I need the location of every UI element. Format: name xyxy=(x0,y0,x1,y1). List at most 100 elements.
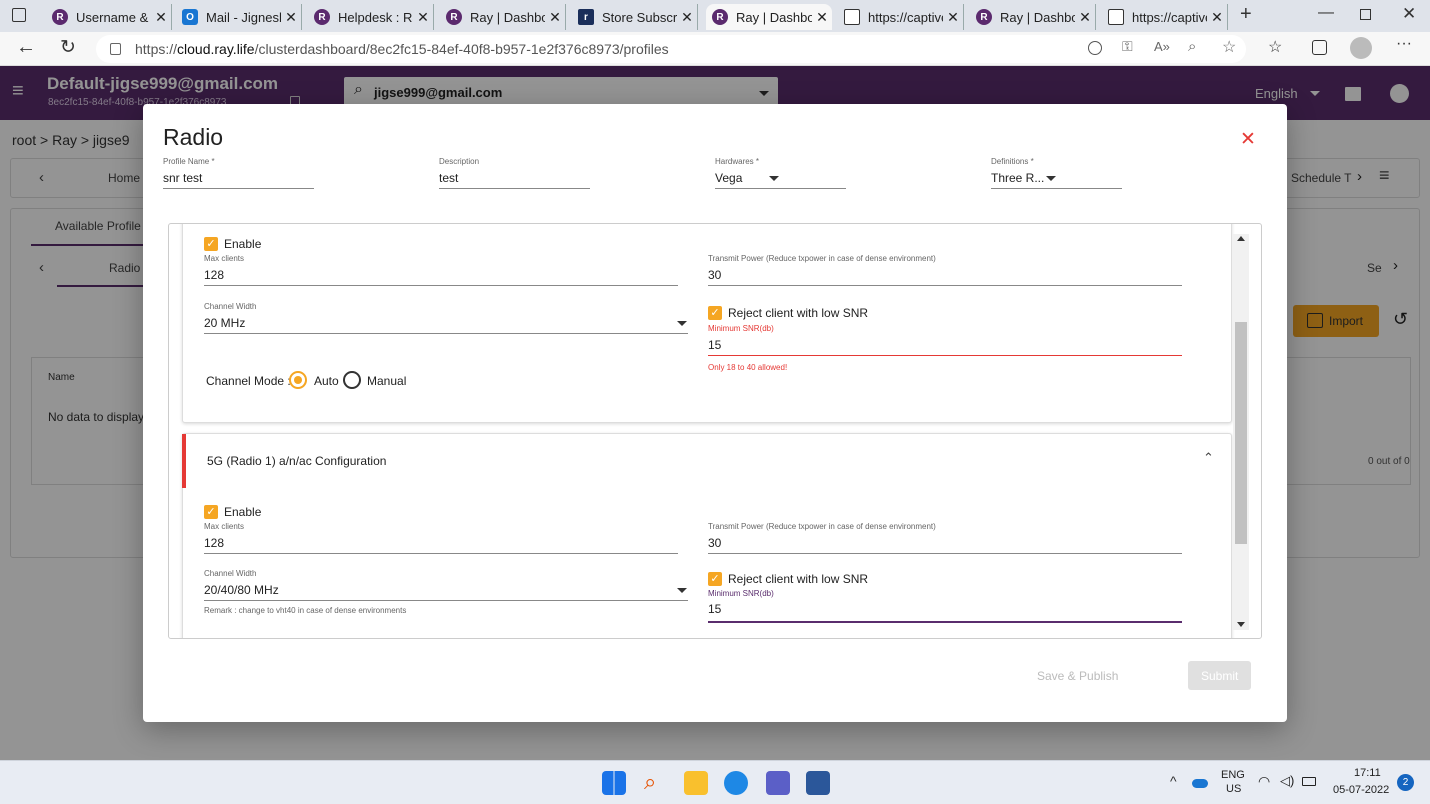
mode-auto-dot xyxy=(294,376,302,384)
collapse-icon[interactable]: ⌃ xyxy=(1203,450,1214,466)
close-icon[interactable]: ✕ xyxy=(1240,128,1256,151)
min-snr-input-5g[interactable]: 15 xyxy=(708,602,721,616)
clock-time[interactable]: 17:11 xyxy=(1354,767,1381,779)
new-tab-icon[interactable]: + xyxy=(1240,3,1252,26)
browser-tab[interactable]: https://captive ✕ xyxy=(838,4,964,30)
close-tab-icon[interactable]: ✕ xyxy=(413,9,433,26)
onedrive-icon[interactable] xyxy=(1192,779,1208,788)
close-tab-icon[interactable]: ✕ xyxy=(1207,9,1227,26)
definitions-label: Definitions * xyxy=(991,157,1034,166)
radio-profile-modal: Radio ✕ Profile Name * snr test Descript… xyxy=(143,104,1287,722)
radio1-section-title[interactable]: 5G (Radio 1) a/n/ac Configuration xyxy=(207,454,386,468)
collections-icon[interactable] xyxy=(1312,40,1327,55)
tracking-icon[interactable] xyxy=(1088,41,1102,55)
browser-tab[interactable]: https://captive ✕ xyxy=(1102,4,1228,30)
max-clients-input-5g[interactable]: 128 xyxy=(204,536,224,550)
minimize-icon[interactable]: — xyxy=(1318,4,1334,22)
profile-avatar-icon[interactable] xyxy=(1350,37,1372,59)
more-menu-icon[interactable]: ··· xyxy=(1396,35,1412,53)
close-tab-icon[interactable]: ✕ xyxy=(812,9,832,26)
channel-width-underline xyxy=(204,333,688,334)
channel-width-select-5g[interactable]: 20/40/80 MHz xyxy=(204,583,279,597)
back-icon[interactable]: ← xyxy=(16,36,36,59)
restore-icon[interactable] xyxy=(1360,9,1371,20)
definitions-select[interactable]: Three R... xyxy=(991,171,1044,185)
close-tab-icon[interactable]: ✕ xyxy=(677,9,697,26)
channel-width-select[interactable]: 20 MHz xyxy=(204,316,245,330)
key-icon[interactable]: ⚿ xyxy=(1122,38,1133,55)
scrollbar-track[interactable] xyxy=(1233,234,1249,630)
close-tab-icon[interactable]: ✕ xyxy=(545,9,565,26)
favorite-add-icon[interactable]: ☆ xyxy=(1222,37,1236,57)
description-underline xyxy=(439,188,590,189)
close-tab-icon[interactable]: ✕ xyxy=(151,9,171,26)
submit-button[interactable]: Submit xyxy=(1188,661,1251,690)
enable-label: Enable xyxy=(224,237,262,251)
config-scroll-area[interactable]: ✓ Enable Max clients 128 Transmit Power … xyxy=(168,223,1262,639)
description-input[interactable]: test xyxy=(439,171,458,185)
max-clients-label-5g: Max clients xyxy=(204,522,245,531)
ray-icon: R xyxy=(976,9,992,25)
submit-label: Submit xyxy=(1201,669,1239,683)
min-snr-input[interactable]: 15 xyxy=(708,338,721,352)
ray-icon: R xyxy=(52,9,68,25)
min-snr-label-5g: Minimum SNR(db) xyxy=(708,589,774,598)
enable-checkbox[interactable]: ✓ xyxy=(204,237,218,251)
scrollbar-thumb[interactable] xyxy=(1235,322,1247,544)
browser-tab[interactable]: R Ray | Dashboa✕ xyxy=(440,4,566,30)
tray-chevron-icon[interactable]: ^ xyxy=(1170,773,1177,789)
tab-label: Mail - Jignesh xyxy=(206,9,281,25)
zoom-icon[interactable]: ⌕ xyxy=(1188,38,1196,55)
scroll-up-icon[interactable] xyxy=(1237,236,1245,241)
tx-power-input-5g[interactable]: 30 xyxy=(708,536,721,550)
tab-label: Ray | Dashboa xyxy=(470,9,545,25)
reject-snr-checkbox[interactable]: ✓ xyxy=(708,306,722,320)
tab-actions-icon[interactable] xyxy=(12,8,26,22)
read-aloud-icon[interactable]: A» xyxy=(1154,39,1170,54)
close-window-icon[interactable]: ✕ xyxy=(1402,4,1416,24)
page-icon xyxy=(844,9,860,25)
tab-label: https://captive xyxy=(1132,9,1207,25)
max-clients-input[interactable]: 128 xyxy=(204,268,224,282)
refresh-icon[interactable]: ↻ xyxy=(60,36,76,59)
tx-power-input[interactable]: 30 xyxy=(708,268,721,282)
battery-icon[interactable] xyxy=(1302,777,1316,786)
mode-manual-radio[interactable] xyxy=(343,371,361,389)
browser-tab[interactable]: r Store Subscrip✕ xyxy=(572,4,698,30)
reject-snr-label-5g: Reject client with low SNR xyxy=(728,572,869,586)
hardwares-select[interactable]: Vega xyxy=(715,171,742,185)
word-icon[interactable] xyxy=(806,771,830,795)
save-publish-button[interactable]: Save & Publish xyxy=(1037,669,1118,683)
hardwares-dropdown-icon xyxy=(769,176,779,181)
lang-bottom[interactable]: US xyxy=(1226,783,1241,795)
min-snr-label: Minimum SNR(db) xyxy=(708,324,774,333)
notification-badge[interactable]: 2 xyxy=(1397,774,1414,791)
profile-name-input[interactable]: snr test xyxy=(163,171,202,185)
edge-icon[interactable] xyxy=(724,771,748,795)
url-field[interactable]: https://cloud.ray.life/clusterdashboard/… xyxy=(96,35,1246,63)
wifi-icon[interactable]: ◠ xyxy=(1258,773,1270,790)
browser-tab[interactable]: R Helpdesk : Ray✕ xyxy=(308,4,434,30)
browser-tab[interactable]: O Mail - Jignesh ✕ xyxy=(176,4,302,30)
clock-date[interactable]: 05-07-2022 xyxy=(1333,784,1389,796)
max-clients-underline xyxy=(204,285,678,286)
start-icon[interactable] xyxy=(602,771,626,795)
file-explorer-icon[interactable] xyxy=(684,771,708,795)
browser-tab[interactable]: R Ray | Dashboa✕ xyxy=(970,4,1096,30)
tab-label: https://captive xyxy=(868,9,943,25)
lang-top[interactable]: ENG xyxy=(1221,769,1245,781)
teams-icon[interactable] xyxy=(766,771,790,795)
reject-snr-checkbox-5g[interactable]: ✓ xyxy=(708,572,722,586)
close-tab-icon[interactable]: ✕ xyxy=(943,9,963,26)
browser-tab[interactable]: R Ray | Dashboa✕ xyxy=(706,4,832,30)
volume-icon[interactable]: ◁) xyxy=(1280,773,1294,789)
browser-tab[interactable]: R Username & P✕ xyxy=(46,4,172,30)
close-tab-icon[interactable]: ✕ xyxy=(1075,9,1095,26)
enable-checkbox-5g[interactable]: ✓ xyxy=(204,505,218,519)
close-tab-icon[interactable]: ✕ xyxy=(281,9,301,26)
mode-auto-radio[interactable] xyxy=(289,371,307,389)
favorites-icon[interactable]: ☆ xyxy=(1268,37,1282,57)
radio0-config-panel: ✓ Enable Max clients 128 Transmit Power … xyxy=(182,224,1232,423)
scroll-down-icon[interactable] xyxy=(1237,622,1245,627)
taskbar-search-icon[interactable]: ⌕ xyxy=(644,769,656,795)
